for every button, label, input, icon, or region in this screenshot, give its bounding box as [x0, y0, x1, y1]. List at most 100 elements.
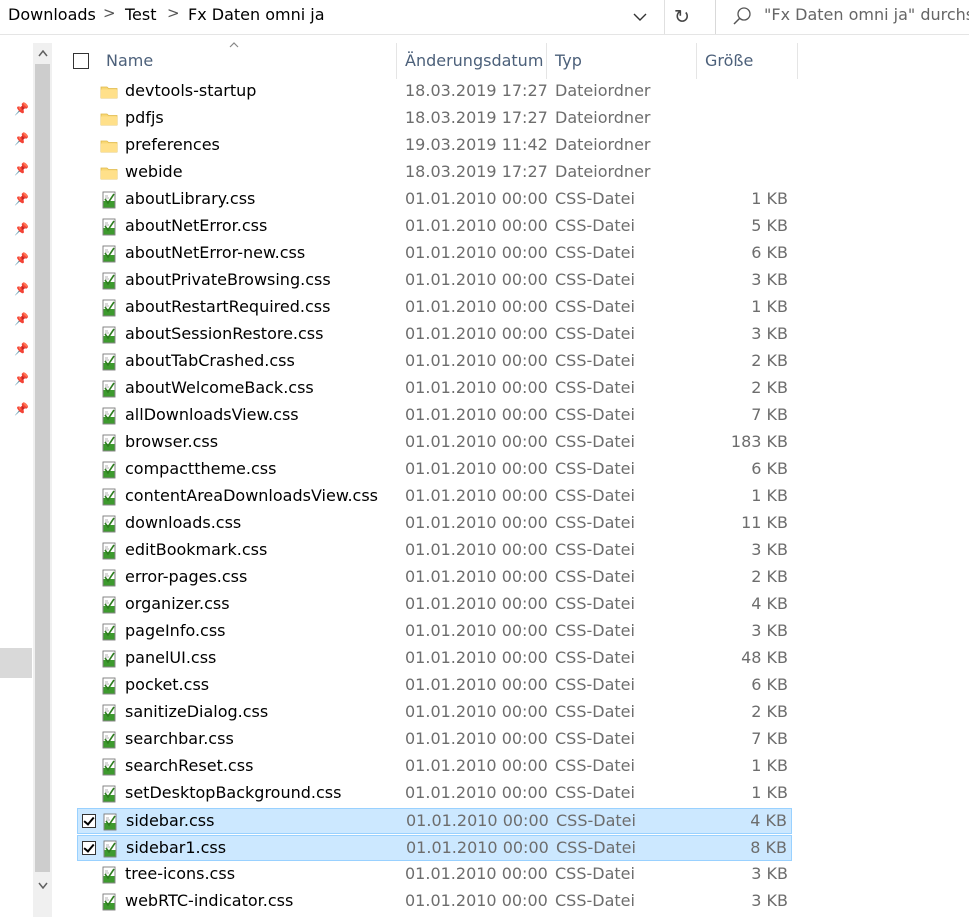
- file-modified-date: 01.01.2010 00:00: [405, 243, 548, 262]
- css-file-icon: [100, 758, 118, 776]
- file-size: 6 KB: [751, 243, 788, 262]
- breadcrumb-item-current-folder[interactable]: Fx Daten omni ja: [188, 5, 325, 24]
- css-file-icon: [100, 893, 118, 911]
- file-row[interactable]: aboutSessionRestore.css 01.01.2010 00:00 C…: [77, 322, 792, 348]
- breadcrumb-separator-icon[interactable]: >: [167, 4, 180, 22]
- file-size: 2 KB: [751, 351, 788, 370]
- column-divider[interactable]: [546, 43, 547, 79]
- file-row[interactable]: sidebar.css 01.01.2010 00:00 CSS-Datei 4 KB: [77, 808, 792, 834]
- pin-icon: 📌: [14, 192, 29, 206]
- file-row[interactable]: tree-icons.css 01.01.2010 00:00 CSS-Datei 3…: [77, 862, 792, 888]
- file-row[interactable]: aboutNetError.css 01.01.2010 00:00 CSS-Dat…: [77, 214, 792, 240]
- file-type: CSS-Datei: [555, 756, 635, 775]
- css-file-icon: [100, 272, 118, 290]
- refresh-button[interactable]: ↻: [664, 0, 699, 34]
- vertical-scrollbar[interactable]: [33, 43, 52, 917]
- file-row[interactable]: compacttheme.css 01.01.2010 00:00 CSS-Date…: [77, 457, 792, 483]
- file-row[interactable]: aboutWelcomeBack.css 01.01.2010 00:00 CSS-…: [77, 376, 792, 402]
- file-row[interactable]: sanitizeDialog.css 01.01.2010 00:00 CSS-Da…: [77, 700, 792, 726]
- file-row[interactable]: devtools-startup 18.03.2019 17:27 Dateiord…: [77, 79, 792, 105]
- file-row[interactable]: panelUI.css 01.01.2010 00:00 CSS-Datei 48 K…: [77, 646, 792, 672]
- file-size: 1 KB: [751, 297, 788, 316]
- file-modified-date: 01.01.2010 00:00: [405, 891, 548, 910]
- file-row[interactable]: pdfjs 18.03.2019 17:27 Dateiordner: [77, 106, 792, 132]
- file-type: CSS-Datei: [555, 675, 635, 694]
- file-size: 2 KB: [751, 567, 788, 586]
- column-divider[interactable]: [696, 43, 697, 79]
- file-type: CSS-Datei: [555, 351, 635, 370]
- column-header-name-label: Name: [106, 51, 154, 70]
- css-file-icon: [100, 326, 118, 344]
- file-row[interactable]: allDownloadsView.css 01.01.2010 00:00 CSS-…: [77, 403, 792, 429]
- file-type: CSS-Datei: [555, 189, 635, 208]
- folder-icon: [100, 83, 118, 101]
- file-type: CSS-Datei: [555, 324, 635, 343]
- select-all-checkbox[interactable]: [73, 53, 89, 69]
- file-row[interactable]: downloads.css 01.01.2010 00:00 CSS-Datei 11…: [77, 511, 792, 537]
- breadcrumb-item-test[interactable]: Test: [125, 5, 157, 24]
- file-name: webide: [125, 162, 183, 181]
- file-name: devtools-startup: [125, 81, 257, 100]
- file-row[interactable]: webRTC-indicator.css 01.01.2010 00:00 CSS-…: [77, 889, 792, 915]
- file-name: organizer.css: [125, 594, 230, 613]
- file-row[interactable]: aboutRestartRequired.css 01.01.2010 00:00…: [77, 295, 792, 321]
- file-row[interactable]: sidebar1.css 01.01.2010 00:00 CSS-Datei 8 K…: [77, 835, 792, 861]
- row-select-checkbox[interactable]: [82, 814, 96, 828]
- file-row[interactable]: searchbar.css 01.01.2010 00:00 CSS-Datei 7 …: [77, 727, 792, 753]
- file-name: sidebar.css: [126, 811, 215, 830]
- column-divider[interactable]: [797, 43, 798, 79]
- column-header-name[interactable]: Name: [106, 42, 239, 79]
- file-type: CSS-Datei: [555, 432, 635, 451]
- file-size: 1 KB: [751, 756, 788, 775]
- file-row[interactable]: aboutNetError-new.css 01.01.2010 00:00 CSS…: [77, 241, 792, 267]
- file-size: 11 KB: [741, 513, 788, 532]
- address-history-dropdown[interactable]: [622, 0, 658, 34]
- nav-selected-item[interactable]: [0, 648, 32, 678]
- file-row[interactable]: webide 18.03.2019 17:27 Dateiordner: [77, 160, 792, 186]
- file-row[interactable]: aboutTabCrashed.css 01.01.2010 00:00 CSS-D…: [77, 349, 792, 375]
- file-type: CSS-Datei: [555, 378, 635, 397]
- file-row[interactable]: editBookmark.css 01.01.2010 00:00 CSS-Date…: [77, 538, 792, 564]
- file-name: aboutTabCrashed.css: [125, 351, 295, 370]
- column-divider[interactable]: [396, 43, 397, 79]
- css-file-icon: [100, 650, 118, 668]
- file-size: 3 KB: [751, 864, 788, 883]
- file-row[interactable]: preferences 19.03.2019 11:42 Dateiordner: [77, 133, 792, 159]
- column-header-type[interactable]: Typ: [555, 43, 582, 79]
- file-name: preferences: [125, 135, 220, 154]
- file-name: pocket.css: [125, 675, 210, 694]
- file-row[interactable]: error-pages.css 01.01.2010 00:00 CSS-Datei…: [77, 565, 792, 591]
- file-row[interactable]: pocket.css 01.01.2010 00:00 CSS-Datei 6 KB: [77, 673, 792, 699]
- file-size: 4 KB: [751, 594, 788, 613]
- file-name: webRTC-indicator.css: [125, 891, 294, 910]
- css-file-icon: [100, 299, 118, 317]
- file-name: contentAreaDownloadsView.css: [125, 486, 378, 505]
- file-name: setDesktopBackground.css: [125, 783, 342, 802]
- address-bar[interactable]: Downloads > Test > Fx Daten omni ja ↻ "F…: [0, 0, 969, 35]
- file-row[interactable]: browser.css 01.01.2010 00:00 CSS-Datei 183 …: [77, 430, 792, 456]
- file-type: CSS-Datei: [555, 486, 635, 505]
- file-row[interactable]: searchReset.css 01.01.2010 00:00 CSS-Datei…: [77, 754, 792, 780]
- breadcrumb-separator-icon[interactable]: >: [103, 4, 116, 22]
- file-modified-date: 01.01.2010 00:00: [405, 621, 548, 640]
- file-modified-date: 01.01.2010 00:00: [405, 189, 548, 208]
- search-input[interactable]: "Fx Daten omni ja" durchsuchen: [715, 0, 969, 34]
- file-row[interactable]: pageInfo.css 01.01.2010 00:00 CSS-Datei 3 K…: [77, 619, 792, 645]
- file-size: 3 KB: [751, 891, 788, 910]
- file-name: sidebar1.css: [126, 838, 227, 857]
- column-header-modified[interactable]: Änderungsdatum: [405, 43, 543, 79]
- file-row[interactable]: contentAreaDownloadsView.css 01.01.2010 0…: [77, 484, 792, 510]
- file-size: 1 KB: [751, 189, 788, 208]
- file-row[interactable]: aboutPrivateBrowsing.css 01.01.2010 00:00…: [77, 268, 792, 294]
- scroll-down-button[interactable]: [33, 875, 52, 895]
- file-row[interactable]: organizer.css 01.01.2010 00:00 CSS-Datei 4 …: [77, 592, 792, 618]
- scroll-up-button[interactable]: [33, 43, 52, 63]
- column-header-size[interactable]: Größe: [705, 43, 753, 79]
- file-name: aboutPrivateBrowsing.css: [125, 270, 331, 289]
- breadcrumb-item-downloads[interactable]: Downloads: [8, 5, 96, 24]
- file-row[interactable]: aboutLibrary.css 01.01.2010 00:00 CSS-Date…: [77, 187, 792, 213]
- scrollbar-thumb[interactable]: [35, 64, 50, 872]
- file-row[interactable]: setDesktopBackground.css 01.01.2010 00:00…: [77, 781, 792, 807]
- css-file-icon: [100, 407, 118, 425]
- row-select-checkbox[interactable]: [82, 841, 96, 855]
